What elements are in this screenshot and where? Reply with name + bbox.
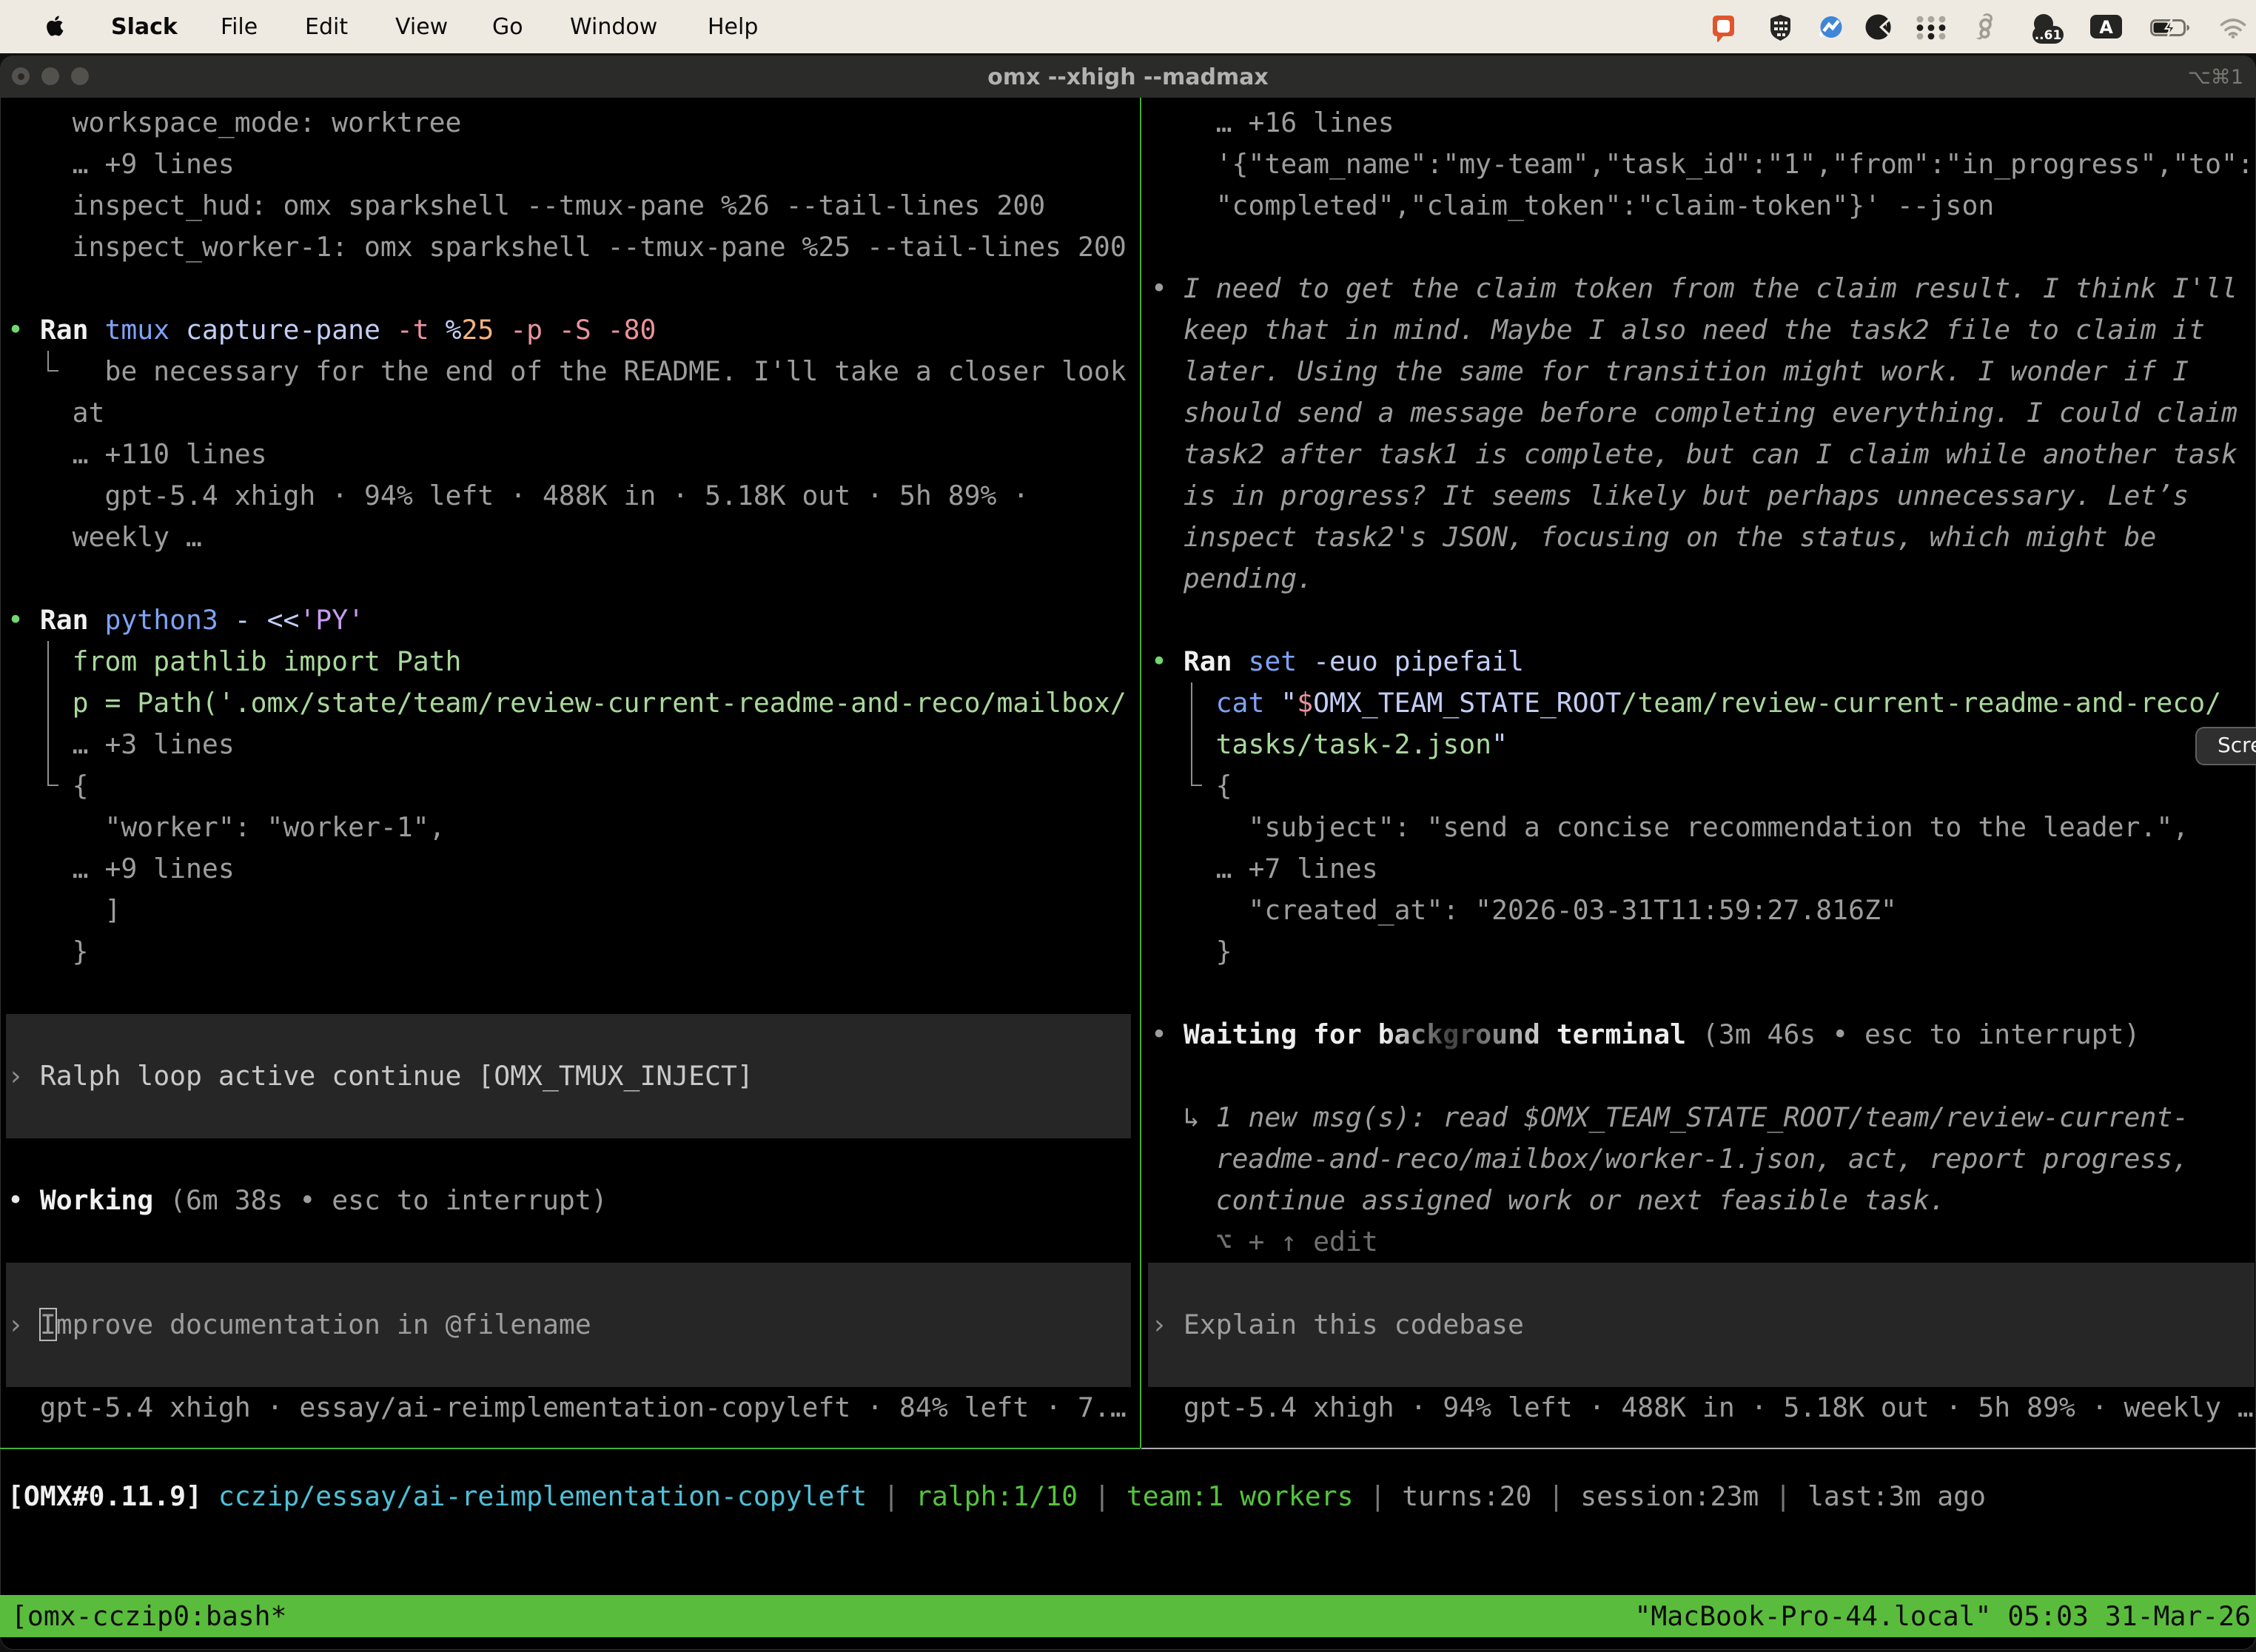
tooltip-label: Scre	[2218, 733, 2256, 757]
terminal-row: "created_at": "2026-03-31T11:59:27.816Z"	[1151, 890, 1897, 931]
terminal-row: ⌥ + ↑ edit	[1151, 1221, 1378, 1263]
battery-charging-icon[interactable]	[2150, 19, 2189, 36]
terminal-row: … +3 lines	[7, 724, 235, 765]
menu-item-help[interactable]: Help	[708, 0, 758, 53]
terminal-row: cat "$OMX_TEAM_STATE_ROOT/team/review-cu…	[1151, 682, 2221, 724]
terminal-row: "completed","claim_token":"claim-token"}…	[1151, 185, 1994, 226]
terminal-window: workspace_mode: worktree … +9 lines insp…	[0, 56, 2256, 1650]
shield-icon[interactable]	[1770, 15, 1791, 41]
window-shortcut-badge: ⌥⌘1	[2188, 56, 2243, 98]
terminal-row: inspect task2's JSON, focusing on the st…	[1151, 517, 2156, 558]
menu-bar: Slack File Edit View Go Window Help	[0, 0, 2256, 53]
terminal-row: • Waiting for background terminal (3m 46…	[1151, 1014, 2140, 1055]
input-source-key[interactable]: A	[2090, 15, 2122, 38]
moon-circle-icon[interactable]	[1865, 14, 1891, 40]
menu-item-go[interactable]: Go	[492, 0, 523, 53]
terminal-row: readme-and-reco/mailbox/worker-1.json, a…	[1151, 1138, 2189, 1180]
terminal-row: '{"team_name":"my-team","task_id":"1","f…	[1151, 144, 2254, 185]
terminal-row: • Ran set -euo pipefail	[1151, 641, 1524, 682]
terminal-row: workspace_mode: worktree	[7, 102, 461, 144]
terminal-row: … +7 lines	[1151, 848, 1378, 890]
omx-status-line: [OMX#0.11.9] cczip/essay/ai-reimplementa…	[7, 1476, 1986, 1517]
tmux-session-label: [omx-cczip0:bash*	[11, 1595, 286, 1637]
tmux-host-clock: "MacBook-Pro-44.local" 05:03 31-Mar-26	[1634, 1595, 2251, 1637]
terminal-row: inspect_hud: omx sparkshell --tmux-pane …	[7, 185, 1045, 226]
terminal-row: • Ran tmux capture-pane -t %25 -p -S -80	[7, 309, 656, 351]
menu-item-window[interactable]: Window	[570, 0, 657, 53]
terminal-row: "worker": "worker-1",	[7, 807, 446, 848]
terminal-row: › Improve documentation in @filename	[7, 1304, 591, 1346]
terminal-row: should send a message before completing …	[1151, 392, 2237, 434]
terminal-row: … +110 lines	[7, 434, 267, 475]
apple-menu-icon[interactable]	[46, 15, 64, 37]
terminal-row: later. Using the same for transition mig…	[1151, 351, 2189, 392]
terminal-row: p = Path('.omx/state/team/review-current…	[7, 682, 1127, 724]
menu-app-name[interactable]: Slack	[111, 0, 178, 53]
chat-app-icon[interactable]	[1711, 14, 1736, 44]
terminal-row: keep that in mind. Maybe I also need the…	[1151, 309, 2205, 351]
terminal-row: • I need to get the claim token from the…	[1151, 268, 2237, 309]
pane-border-left	[0, 1448, 1141, 1449]
svg-text:A: A	[2099, 17, 2113, 38]
terminal-row: }	[1151, 931, 1232, 973]
terminal-row: tasks/task-2.json"	[1151, 724, 1508, 765]
menu-item-file[interactable]: File	[221, 0, 258, 53]
terminal-row: › Explain this codebase	[1151, 1304, 1524, 1346]
wifi-icon[interactable]	[2220, 19, 2246, 38]
terminal-row: weekly …	[7, 517, 202, 558]
terminal-row: ]	[7, 890, 121, 931]
window-title: omx --xhigh --madmax	[0, 56, 2256, 98]
terminal-row: … +16 lines	[1151, 102, 1394, 144]
dragon-icon[interactable]	[1975, 13, 1996, 40]
terminal-row: › Ralph loop active continue [OMX_TMUX_I…	[7, 1055, 753, 1097]
terminal-row: task2 after task1 is complete, but can I…	[1151, 434, 2237, 475]
terminal-row: }	[7, 931, 89, 973]
terminal-row: … +9 lines	[7, 848, 235, 890]
menu-item-view[interactable]: View	[395, 0, 448, 53]
tmux-pane-divider[interactable]	[1140, 98, 1141, 1448]
terminal-row: gpt-5.4 xhigh · essay/ai-reimplementatio…	[7, 1387, 1127, 1428]
terminal-row: continue assigned work or next feasible …	[1151, 1180, 1946, 1221]
dots-grid-icon[interactable]	[1916, 16, 1946, 40]
terminal-row: is in progress? It seems likely but perh…	[1151, 475, 2189, 517]
terminal-row: "subject": "send a concise recommendatio…	[1151, 807, 2189, 848]
terminal-row: {	[1151, 765, 1232, 807]
terminal-row: • Ran python3 - <<'PY'	[7, 600, 364, 641]
terminal-row: • Working (6m 38s • esc to interrupt)	[7, 1180, 608, 1221]
terminal-row: gpt-5.4 xhigh · 94% left · 488K in · 5.1…	[1151, 1387, 2254, 1428]
terminal-row: ↳ 1 new msg(s): read $OMX_TEAM_STATE_ROO…	[1151, 1097, 2189, 1138]
terminal-row: from pathlib import Path	[7, 641, 461, 682]
desktop: Slack File Edit View Go Window Help	[0, 0, 2256, 1652]
terminal-row: {	[7, 765, 89, 807]
blue-sync-icon[interactable]	[1819, 15, 1843, 39]
terminal-row: gpt-5.4 xhigh · 94% left · 488K in · 5.1…	[7, 475, 1029, 517]
terminal-row: at	[7, 392, 104, 434]
terminal-row: pending.	[1151, 558, 1313, 600]
terminal-row: inspect_worker-1: omx sparkshell --tmux-…	[7, 226, 1127, 268]
pane-border-right	[1141, 1448, 2256, 1449]
menu-item-edit[interactable]: Edit	[305, 0, 348, 53]
screen-tooltip: Scre	[2195, 727, 2256, 765]
terminal-row: … +9 lines	[7, 144, 235, 185]
svg-text:..61: ..61	[2035, 28, 2062, 43]
battery-percent-badge[interactable]: ..61	[2030, 14, 2064, 45]
terminal-row: be necessary for the end of the README. …	[7, 351, 1127, 392]
